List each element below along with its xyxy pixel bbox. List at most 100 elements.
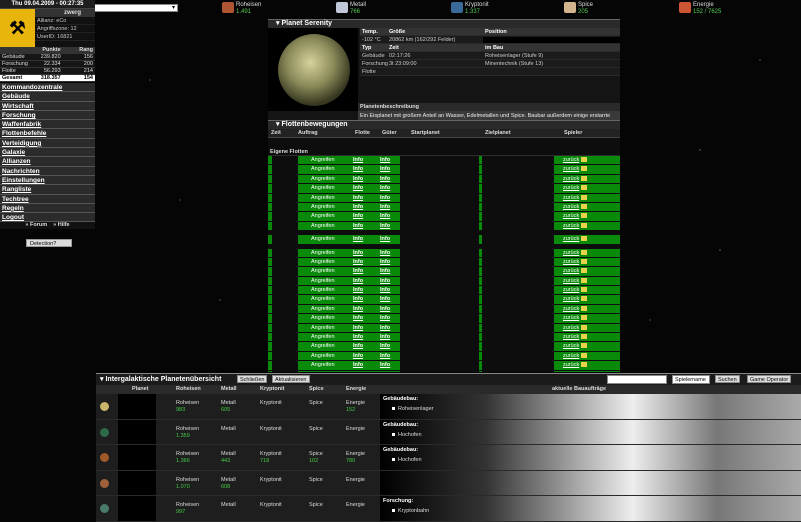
menu-item-flottenbefehle[interactable]: Flottenbefehle: [0, 129, 95, 139]
fleet-info-link[interactable]: Info: [353, 212, 363, 220]
fleet-info-link[interactable]: Info: [380, 203, 390, 211]
fleet-info-link[interactable]: Info: [380, 184, 390, 192]
fleet-info-link[interactable]: Info: [353, 277, 363, 285]
fleet-recall-link[interactable]: zurück: [563, 295, 579, 303]
fleet-info-link[interactable]: Info: [353, 258, 363, 266]
menu-item-regeln[interactable]: Regeln: [0, 203, 95, 214]
fleet-info-link[interactable]: Info: [380, 175, 390, 183]
fleet-recall-link[interactable]: zurück: [563, 371, 579, 373]
hilfe-link[interactable]: » Hilfe: [53, 222, 70, 229]
overview-row[interactable]: Roheisen 1.366 Metall 443 Kryptonit 718 Spice 1…: [96, 445, 801, 471]
fleet-info-link[interactable]: Info: [353, 371, 363, 373]
envelope-icon[interactable]: [581, 296, 587, 302]
fleet-info-link[interactable]: Info: [380, 267, 390, 275]
envelope-icon[interactable]: [581, 166, 587, 172]
envelope-icon[interactable]: [581, 268, 587, 274]
fleet-recall-link[interactable]: zurück: [563, 222, 579, 230]
fleet-info-link[interactable]: Info: [380, 286, 390, 294]
fleet-info-link[interactable]: Info: [380, 258, 390, 266]
menu-item-allianzen[interactable]: Allianzen: [0, 157, 95, 167]
menu-item-gebaeude[interactable]: Gebäude: [0, 92, 95, 102]
overview-row[interactable]: Roheisen 1.070 Metall 608 Kryptonit Spice Ener…: [96, 470, 801, 496]
fleet-info-link[interactable]: Info: [353, 333, 363, 341]
close-button[interactable]: Schließen: [237, 375, 268, 383]
forum-link[interactable]: » Forum: [25, 222, 47, 229]
fleet-info-link[interactable]: Info: [353, 235, 363, 243]
envelope-icon[interactable]: [581, 157, 587, 162]
planet-name-cell[interactable]: [118, 419, 156, 444]
fleet-recall-link[interactable]: zurück: [563, 342, 579, 350]
planet-icon[interactable]: [100, 453, 109, 462]
envelope-icon[interactable]: [581, 287, 587, 293]
envelope-icon[interactable]: [581, 277, 587, 283]
fleet-info-link[interactable]: Info: [380, 361, 390, 369]
fleet-info-link[interactable]: Info: [353, 267, 363, 275]
menu-item-einstellungen[interactable]: Einstellungen: [0, 175, 95, 186]
envelope-icon[interactable]: [581, 249, 587, 255]
fleet-info-link[interactable]: Info: [353, 342, 363, 350]
envelope-icon[interactable]: [581, 194, 587, 200]
fleet-recall-link[interactable]: zurück: [563, 249, 579, 257]
fleet-info-link[interactable]: Info: [380, 324, 390, 332]
fleet-recall-link[interactable]: zurück: [563, 184, 579, 192]
fleet-recall-link[interactable]: zurück: [563, 324, 579, 332]
envelope-icon[interactable]: [581, 213, 587, 219]
envelope-icon[interactable]: [581, 352, 587, 358]
fleet-recall-link[interactable]: zurück: [563, 314, 579, 322]
fleet-recall-link[interactable]: zurück: [563, 203, 579, 211]
fleet-recall-link[interactable]: zurück: [563, 361, 579, 369]
envelope-icon[interactable]: [581, 362, 587, 368]
menu-item-verteidigung[interactable]: Verteidigung: [0, 138, 95, 149]
fleet-info-link[interactable]: Info: [353, 286, 363, 294]
planet-icon[interactable]: [100, 402, 109, 411]
fleet-info-link[interactable]: Info: [353, 222, 363, 230]
fleet-info-link[interactable]: Info: [353, 194, 363, 202]
fleet-info-link[interactable]: Info: [380, 305, 390, 313]
fleet-recall-link[interactable]: zurück: [563, 305, 579, 313]
search-button[interactable]: Suchen: [715, 375, 740, 383]
planet-icon[interactable]: [100, 504, 109, 513]
username[interactable]: zwerg: [35, 9, 95, 17]
fleet-info-link[interactable]: Info: [380, 314, 390, 322]
fleet-recall-link[interactable]: zurück: [563, 235, 579, 243]
fleet-info-link[interactable]: Info: [353, 352, 363, 360]
search-input[interactable]: [607, 375, 667, 384]
fleet-info-link[interactable]: Info: [353, 249, 363, 257]
fleet-info-link[interactable]: Info: [380, 371, 390, 373]
fleet-info-link[interactable]: Info: [380, 212, 390, 220]
fleet-info-link[interactable]: Info: [353, 305, 363, 313]
fleet-recall-link[interactable]: zurück: [563, 165, 579, 173]
fleet-recall-link[interactable]: zurück: [563, 277, 579, 285]
fleet-info-link[interactable]: Info: [353, 203, 363, 211]
fleet-info-link[interactable]: Info: [353, 324, 363, 332]
envelope-icon[interactable]: [581, 222, 587, 228]
fleet-info-link[interactable]: Info: [380, 194, 390, 202]
fleet-info-link[interactable]: Info: [380, 249, 390, 257]
fleet-recall-link[interactable]: zurück: [563, 194, 579, 202]
menu-item-galaxie[interactable]: Galaxie: [0, 148, 95, 158]
menu-item-rangliste[interactable]: Rangliste: [0, 185, 95, 195]
fleet-info-link[interactable]: Info: [380, 342, 390, 350]
fleet-recall-link[interactable]: zurück: [563, 333, 579, 341]
fleet-info-link[interactable]: Info: [380, 156, 390, 164]
fleet-info-link[interactable]: Info: [353, 175, 363, 183]
search-type-select[interactable]: Spielername ▾: [672, 375, 710, 391]
planet-icon[interactable]: [100, 427, 109, 437]
envelope-icon[interactable]: [581, 343, 587, 349]
fleet-recall-link[interactable]: zurück: [563, 286, 579, 294]
fleet-info-link[interactable]: Info: [353, 184, 363, 192]
fleet-info-link[interactable]: Info: [380, 235, 390, 243]
overview-row[interactable]: Roheisen 1.359 Metall Kryptonit Spice Energie…: [96, 419, 801, 445]
planet-name-cell[interactable]: [118, 496, 156, 521]
envelope-icon[interactable]: [581, 185, 587, 191]
menu-item-techtree[interactable]: Techtree: [0, 194, 95, 204]
fleet-info-link[interactable]: Info: [353, 165, 363, 173]
fleet-info-link[interactable]: Info: [353, 295, 363, 303]
fleet-info-link[interactable]: Info: [353, 156, 363, 164]
menu-item-kommandozentrale[interactable]: Kommandozentrale: [0, 83, 95, 93]
fleet-info-link[interactable]: Info: [380, 295, 390, 303]
envelope-icon[interactable]: [581, 258, 587, 264]
envelope-icon[interactable]: [581, 315, 587, 321]
menu-item-forschung[interactable]: Forschung: [0, 110, 95, 121]
envelope-icon[interactable]: [581, 324, 587, 330]
